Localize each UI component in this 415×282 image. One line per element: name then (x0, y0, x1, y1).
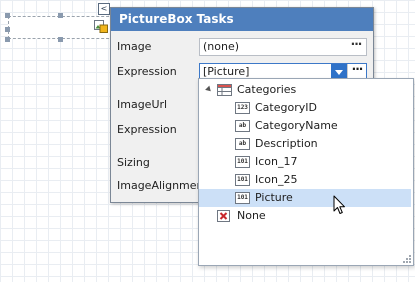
mouse-cursor-icon (333, 195, 345, 214)
smart-tag-button[interactable]: < (98, 3, 110, 15)
field-list-dropdown: Categories 123 CategoryID ab CategoryNam… (198, 78, 414, 266)
sizing-label: Sizing (117, 156, 150, 169)
number-field-icon: 123 (235, 102, 250, 114)
none-icon (217, 210, 230, 222)
text-field-icon: ab (235, 120, 250, 132)
image-value: (none) (203, 40, 240, 53)
tree-node-categories[interactable]: Categories (199, 81, 411, 99)
image-browse-button[interactable]: ··· (348, 38, 364, 55)
tree-node-field[interactable]: 101 Icon_25 (199, 171, 411, 189)
image-alignment-label: ImageAlignment (117, 179, 208, 192)
expression-label: Expression (117, 65, 177, 78)
image-label: Image (117, 40, 152, 53)
tree-node-label: Icon_25 (255, 173, 298, 186)
image-field[interactable]: (none) ··· (199, 38, 367, 56)
imageurl-expression-label: Expression (117, 123, 177, 136)
tree-node-field-selected[interactable]: 101 Picture (199, 189, 411, 207)
text-field-icon: ab (235, 138, 250, 150)
tree-node-field[interactable]: ab Description (199, 135, 411, 153)
tree-node-label: Picture (255, 191, 293, 204)
tree-node-label: None (237, 209, 266, 222)
tree-node-label: Icon_17 (255, 155, 298, 168)
tree-node-field[interactable]: 101 Icon_17 (199, 153, 411, 171)
tree-node-label: Categories (237, 83, 297, 96)
binary-field-icon: 101 (235, 192, 250, 204)
picture-glyph-icon (94, 20, 108, 33)
resize-handle[interactable] (5, 37, 10, 42)
binary-field-icon: 101 (235, 156, 250, 168)
expression-value: [Picture] (203, 65, 250, 78)
tree-node-label: Description (255, 137, 318, 150)
tree-node-field[interactable]: 123 CategoryID (199, 99, 411, 117)
imageurl-label: ImageUrl (117, 98, 168, 111)
panel-title: PictureBox Tasks (111, 8, 373, 31)
resize-handle[interactable] (58, 37, 63, 42)
resize-grip-icon[interactable] (403, 255, 411, 263)
resize-handle[interactable] (58, 13, 63, 18)
table-icon (217, 84, 232, 96)
tree-node-field[interactable]: ab CategoryName (199, 117, 411, 135)
binary-field-icon: 101 (235, 174, 250, 186)
resize-handle[interactable] (5, 13, 10, 18)
tree-node-label: CategoryID (255, 101, 317, 114)
tree-node-label: CategoryName (255, 119, 338, 132)
expand-arrow-icon[interactable] (205, 85, 213, 94)
resize-handle[interactable] (5, 27, 10, 32)
tree-node-none[interactable]: None (199, 207, 411, 225)
